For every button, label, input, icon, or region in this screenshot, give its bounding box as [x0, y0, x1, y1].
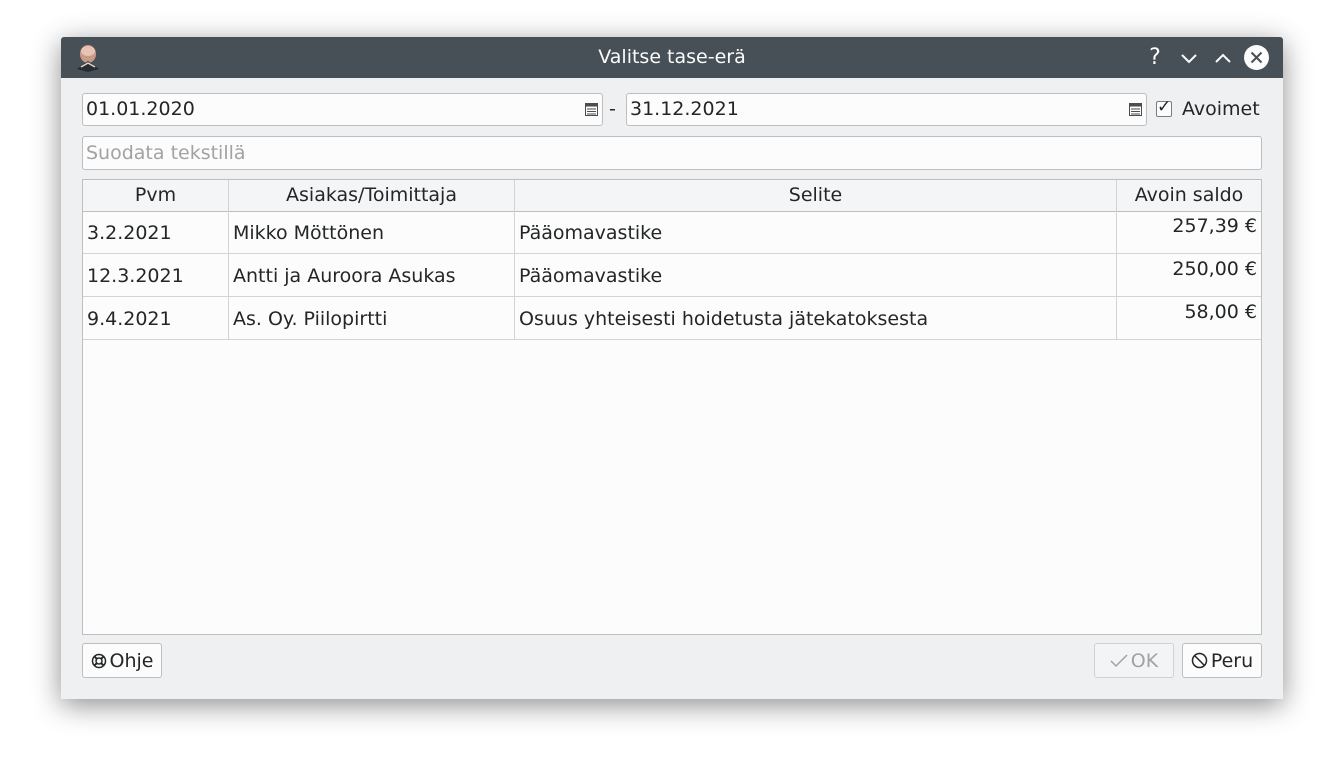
help-titlebar-button[interactable]: ? — [1142, 45, 1168, 71]
cell-date: 12.3.2021 — [83, 254, 229, 296]
cell-party: Mikko Möttönen — [229, 211, 515, 253]
cancel-button[interactable]: Peru — [1182, 643, 1262, 678]
cell-description: Pääomavastike — [515, 254, 1117, 296]
cell-description: Osuus yhteisesti hoidetusta jätekatokses… — [515, 297, 1117, 339]
dialog-window: Valitse tase-erä ? 01.01.2020 - 31.12.20… — [61, 37, 1283, 699]
help-button-label: Ohje — [109, 649, 154, 672]
titlebar[interactable]: Valitse tase-erä ? — [61, 37, 1283, 78]
column-header-description[interactable]: Selite — [515, 180, 1117, 211]
start-date-field[interactable]: 01.01.2020 — [82, 93, 603, 126]
balance-table[interactable]: Pvm Asiakas/Toimittaja Selite Avoin sald… — [82, 179, 1262, 635]
cell-party: As. Oy. Piilopirtti — [229, 297, 515, 339]
maximize-button[interactable] — [1210, 45, 1236, 71]
checkmark-icon: ✓ — [1157, 97, 1172, 117]
filter-field[interactable] — [82, 136, 1262, 170]
cell-balance: 250,00 € — [1172, 258, 1257, 280]
window-title: Valitse tase-erä — [598, 46, 746, 68]
cell-date: 3.2.2021 — [83, 211, 229, 253]
open-only-label[interactable]: Avoimet — [1182, 93, 1260, 126]
help-button[interactable]: Ohje — [82, 643, 162, 678]
date-range-separator: - — [609, 98, 616, 120]
check-icon — [1110, 653, 1128, 667]
close-button[interactable] — [1243, 44, 1270, 71]
open-only-checkbox[interactable]: ✓ — [1156, 97, 1172, 117]
end-date-field[interactable]: 31.12.2021 — [626, 93, 1147, 126]
table-header: Pvm Asiakas/Toimittaja Selite Avoin sald… — [83, 180, 1261, 212]
start-date-value: 01.01.2020 — [86, 98, 195, 120]
cell-party: Antti ja Auroora Asukas — [229, 254, 515, 296]
minimize-button[interactable] — [1176, 45, 1202, 71]
cell-balance: 257,39 € — [1172, 215, 1257, 237]
cell-date: 9.4.2021 — [83, 297, 229, 339]
calendar-icon[interactable] — [585, 103, 598, 116]
chevron-down-icon — [1181, 54, 1197, 64]
cell-description: Pääomavastike — [515, 211, 1117, 253]
ok-button-label: OK — [1130, 649, 1159, 672]
close-icon — [1244, 45, 1269, 70]
column-header-date[interactable]: Pvm — [83, 180, 229, 211]
filter-input[interactable] — [83, 137, 1246, 169]
cancel-icon — [1191, 652, 1208, 669]
end-date-value: 31.12.2021 — [630, 98, 739, 120]
column-header-balance[interactable]: Avoin saldo — [1117, 180, 1261, 211]
cancel-button-label: Peru — [1210, 649, 1254, 672]
lifebuoy-icon — [91, 653, 106, 668]
ok-button[interactable]: OK — [1094, 643, 1174, 678]
table-row[interactable]: 9.4.2021 As. Oy. Piilopirtti Osuus yhtei… — [83, 297, 1261, 340]
chevron-up-icon — [1215, 53, 1231, 63]
table-row[interactable]: 12.3.2021 Antti ja Auroora Asukas Pääoma… — [83, 254, 1261, 297]
calendar-icon[interactable] — [1129, 103, 1142, 116]
cell-balance: 58,00 € — [1184, 301, 1257, 323]
column-header-party[interactable]: Asiakas/Toimittaja — [229, 180, 515, 211]
table-row[interactable]: 3.2.2021 Mikko Möttönen Pääomavastike 25… — [83, 211, 1261, 254]
